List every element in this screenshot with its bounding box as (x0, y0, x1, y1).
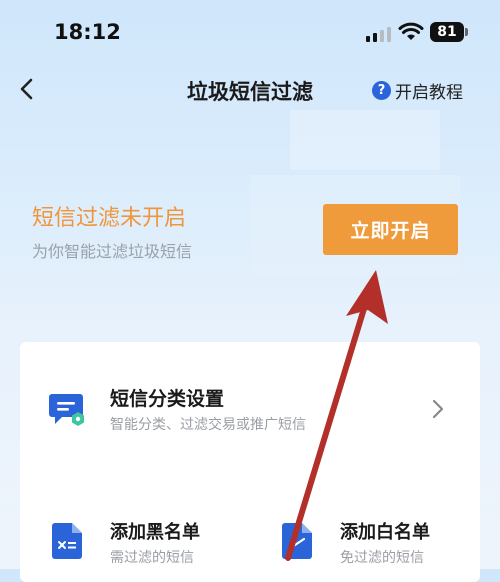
tutorial-link[interactable]: ? 开启教程 (372, 78, 463, 103)
document-icon (52, 523, 82, 559)
whitelist-title[interactable]: 添加白名单 (340, 518, 430, 544)
message-icon (49, 394, 84, 426)
chevron-right-icon[interactable] (430, 398, 446, 420)
enable-now-button[interactable]: 立即开启 (323, 204, 458, 255)
filter-status-text: 短信过滤未开启 (32, 206, 187, 231)
wifi-icon (398, 22, 424, 40)
filter-subtitle: 为你智能过滤垃圾短信 (32, 242, 193, 261)
status-bar: 18:12 81 (0, 0, 500, 66)
category-settings-subtitle: 智能分类、过滤交易或推广短信 (110, 417, 306, 433)
background-decoration (290, 110, 440, 170)
battery-icon: 81 (430, 22, 464, 42)
status-time: 18:12 (54, 20, 121, 44)
signal-icon (366, 26, 392, 42)
category-settings-title[interactable]: 短信分类设置 (110, 384, 224, 411)
document-icon (282, 523, 312, 559)
battery-nub (465, 28, 468, 36)
blacklist-title[interactable]: 添加黑名单 (110, 518, 200, 544)
settings-card (20, 342, 480, 582)
blacklist-subtitle: 需过滤的短信 (110, 550, 194, 566)
whitelist-subtitle: 免过滤的短信 (340, 550, 424, 566)
help-icon: ? (372, 81, 391, 100)
tutorial-label: 开启教程 (395, 83, 463, 103)
